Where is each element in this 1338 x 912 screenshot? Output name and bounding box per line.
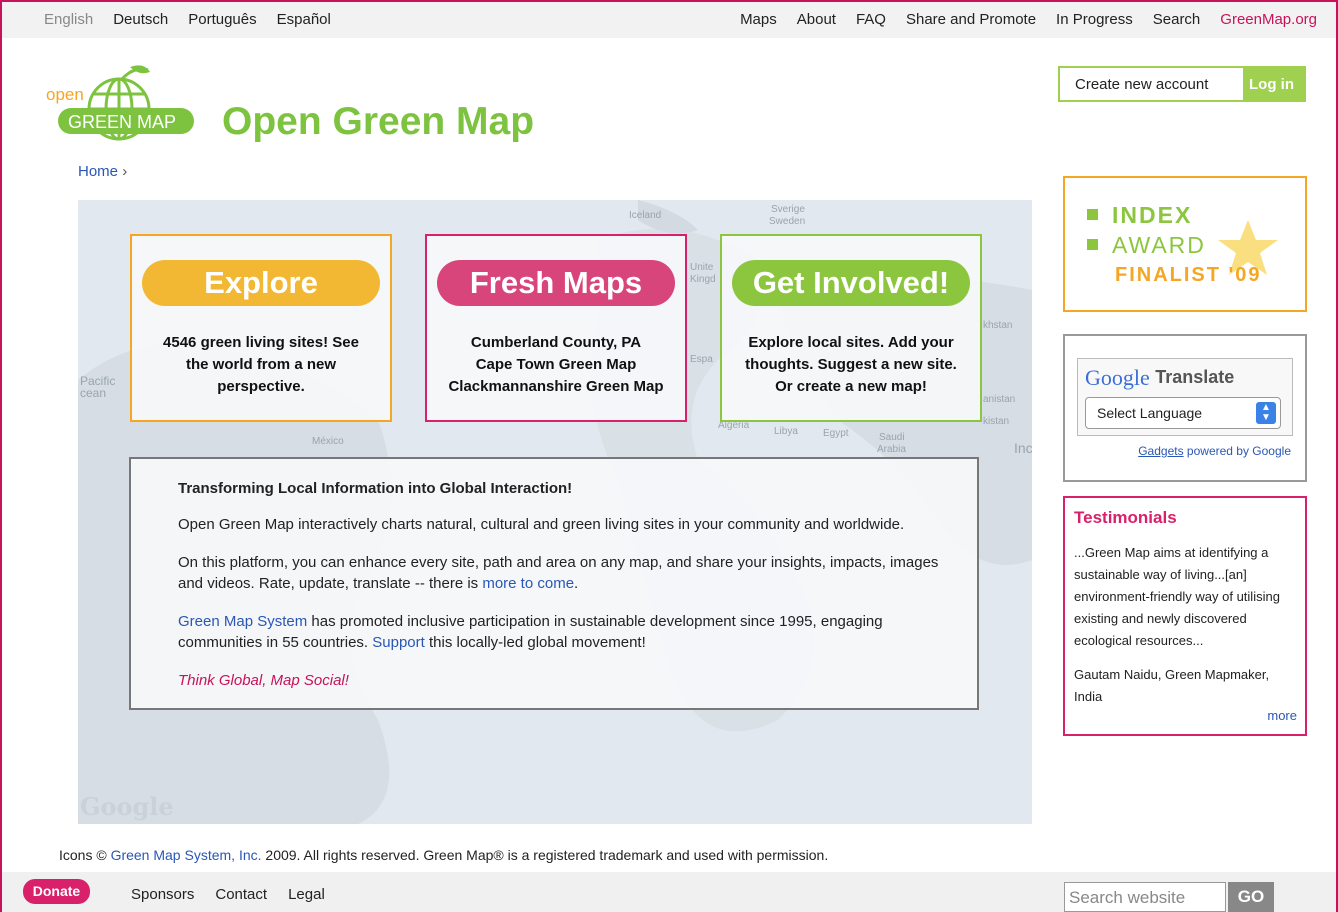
account-bar: Create new account Log in xyxy=(1058,66,1306,102)
award-line-1: INDEX xyxy=(1087,202,1192,229)
nav-share-promote[interactable]: Share and Promote xyxy=(906,11,1036,28)
get-involved-button[interactable]: Get Involved! xyxy=(732,260,970,306)
intro-panel: Transforming Local Information into Glob… xyxy=(129,457,979,710)
top-nav: Maps About FAQ Share and Promote In Prog… xyxy=(740,11,1317,28)
explore-card: Explore 4546 green living sites! See the … xyxy=(130,234,392,422)
map-label-egypt: Egypt xyxy=(823,428,849,439)
donate-button[interactable]: Donate xyxy=(23,879,90,904)
green-map-system-link[interactable]: Green Map System xyxy=(178,613,307,630)
gadgets-link[interactable]: Gadgets xyxy=(1138,444,1183,458)
fresh-maps-card: Fresh Maps Cumberland County, PA Cape To… xyxy=(425,234,687,422)
nav-greenmap-org[interactable]: GreenMap.org xyxy=(1220,11,1317,28)
testimonial-author: Gautam Naidu, Green Mapmaker, India xyxy=(1074,667,1270,704)
map-label-kazakhstan: khstan xyxy=(983,320,1013,331)
fresh-maps-list: Cumberland County, PA Cape Town Green Ma… xyxy=(435,332,677,398)
language-select[interactable]: Select Language ▲ ▼ xyxy=(1085,397,1281,429)
search-input[interactable]: Search website xyxy=(1064,882,1226,912)
lang-english[interactable]: English xyxy=(44,11,93,28)
testimonials-more-link[interactable]: more xyxy=(1267,708,1297,723)
top-bar: English Deutsch Português Español Maps A… xyxy=(0,0,1338,38)
site-logo[interactable]: open GREEN MAP xyxy=(44,64,194,150)
explore-button[interactable]: Explore xyxy=(142,260,380,306)
breadcrumb-separator: › xyxy=(122,163,128,180)
index-award-badge[interactable]: INDEX AWARD FINALIST '09 xyxy=(1063,176,1307,312)
google-translate-logo: Google Translate xyxy=(1085,365,1235,390)
slogan: Think Global, Map Social! xyxy=(178,672,349,689)
nav-maps[interactable]: Maps xyxy=(740,11,777,28)
fresh-maps-button[interactable]: Fresh Maps xyxy=(437,260,675,306)
testimonials-box: Testimonials ...Green Map aims at identi… xyxy=(1063,496,1307,736)
login-button[interactable]: Log in xyxy=(1243,68,1304,100)
explore-description: 4546 green living sites! See the world fr… xyxy=(163,334,359,395)
map-label-ocean: cean xyxy=(80,386,107,400)
award-line-2: AWARD xyxy=(1087,232,1206,259)
breadcrumb-home[interactable]: Home xyxy=(78,163,118,180)
fresh-map-link[interactable]: Cumberland County, PA xyxy=(435,332,677,354)
footer-link-contact[interactable]: Contact xyxy=(215,886,267,903)
map-label-arabia: Arabia xyxy=(877,444,906,455)
google-translate-widget: Google Translate Select Language ▲ ▼ Gadge… xyxy=(1063,334,1307,482)
green-map-system-inc-link[interactable]: Green Map System, Inc. xyxy=(111,847,262,863)
map-label-libya: Libya xyxy=(774,426,798,437)
testimonial-quote: ...Green Map aims at identifying a susta… xyxy=(1074,545,1280,648)
intro-paragraph-1: Open Green Map interactively charts natu… xyxy=(178,516,905,533)
search-go-button[interactable]: GO xyxy=(1228,882,1274,912)
testimonials-title: Testimonials xyxy=(1074,508,1177,527)
get-involved-description: Explore local sites. Add your thoughts. S… xyxy=(745,334,957,395)
lang-deutsch[interactable]: Deutsch xyxy=(113,11,168,28)
fresh-map-link[interactable]: Cape Town Green Map xyxy=(435,354,677,376)
breadcrumb: Home › xyxy=(78,163,127,180)
lang-portugues[interactable]: Português xyxy=(188,11,256,28)
nav-in-progress[interactable]: In Progress xyxy=(1056,11,1133,28)
map-label-india: Inc xyxy=(1014,440,1032,456)
map-label-iceland: Iceland xyxy=(629,210,662,221)
map-label-united: Unite xyxy=(690,262,714,273)
map-label-pakistan: kistan xyxy=(983,416,1010,427)
intro-paragraph-3: Green Map System has promoted inclusive … xyxy=(178,613,883,651)
map-label-afghanistan: anistan xyxy=(983,394,1016,405)
copyright: Icons © Green Map System, Inc. 2009. All… xyxy=(59,847,829,863)
select-arrows-icon: ▲ ▼ xyxy=(1256,402,1276,424)
language-switcher: English Deutsch Português Español xyxy=(44,11,331,28)
create-account-link[interactable]: Create new account xyxy=(1060,68,1243,100)
google-watermark: Google xyxy=(80,792,174,821)
nav-about[interactable]: About xyxy=(797,11,836,28)
footer-link-legal[interactable]: Legal xyxy=(288,886,325,903)
nav-faq[interactable]: FAQ xyxy=(856,11,886,28)
support-link[interactable]: Support xyxy=(372,634,425,651)
powered-by-google: Gadgets powered by Google xyxy=(1138,444,1291,458)
award-line-3: FINALIST '09 xyxy=(1115,264,1262,286)
fresh-map-link[interactable]: Clackmannanshire Green Map xyxy=(435,376,677,398)
nav-search[interactable]: Search xyxy=(1153,11,1201,28)
svg-text:GREEN MAP: GREEN MAP xyxy=(68,112,176,132)
footer-link-sponsors[interactable]: Sponsors xyxy=(131,886,194,903)
more-to-come-link[interactable]: more to come xyxy=(482,575,574,592)
svg-text:open: open xyxy=(46,85,84,104)
map-label-kingdom: Kingd xyxy=(690,274,716,285)
footer-links: Sponsors Contact Legal xyxy=(131,886,325,903)
lang-espanol[interactable]: Español xyxy=(277,11,331,28)
map-label-sweden: Sweden xyxy=(769,216,806,227)
intro-heading: Transforming Local Information into Glob… xyxy=(178,480,573,497)
map-label-espana: Espa xyxy=(690,354,713,365)
map-label-mexico: México xyxy=(312,436,344,447)
map-label-sverige: Sverige xyxy=(771,204,805,215)
site-title[interactable]: Open Green Map xyxy=(222,100,534,144)
map-label-saudi: Saudi xyxy=(879,432,905,443)
get-involved-card: Get Involved! Explore local sites. Add y… xyxy=(720,234,982,422)
intro-paragraph-2: On this platform, you can enhance every … xyxy=(178,554,939,592)
